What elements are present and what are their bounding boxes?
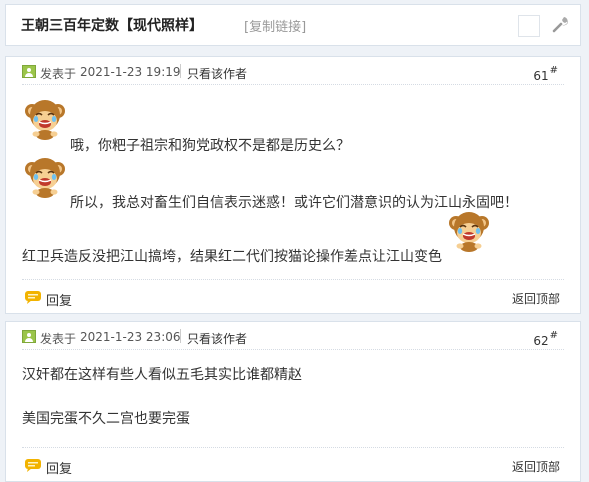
posted-label: 发表于 [40,332,77,346]
floor-number[interactable]: 62# [533,330,558,348]
post-line: 美国完蛋不久二宫也要完蛋 [22,411,190,427]
divider [22,349,564,350]
divider [180,329,181,343]
post-time: 2021-1-23 19:19 [80,65,181,79]
speech-bubble-icon[interactable] [24,290,42,304]
post-62: 发表于 2021-1-23 23:06 只看该作者 62# 汉奸都在这样有些人看… [5,321,581,482]
laughing-monkey-emoticon-icon [22,97,68,141]
divider [22,84,564,85]
posted-label: 发表于 [40,67,77,81]
back-to-top-link[interactable]: 返回顶部 [512,458,560,475]
divider [22,447,564,448]
only-author-link[interactable]: 只看该作者 [187,330,247,347]
thread-title: 王朝三百年定数【现代照样】 [21,18,203,34]
divider [180,64,181,78]
laughing-monkey-emoticon-icon [22,155,68,199]
user-icon [22,65,36,78]
floor-mark: # [549,65,558,76]
post-header: 发表于 2021-1-23 23:06 只看该作者 62# [6,322,580,350]
post-line: 红卫兵造反没把江山搞垮，结果红二代们按猫论操作差点让江山变色 [22,249,442,265]
user-icon [22,330,36,343]
post-footer: 回复 返回顶部 [6,279,580,313]
reply-button[interactable]: 回复 [46,458,72,477]
thread-page: 王朝三百年定数【现代照样】 [复制链接] 发表于 2021-1-23 19:19… [0,0,589,482]
speech-bubble-icon[interactable] [24,458,42,472]
floor-value: 61 [533,69,549,83]
header-box-button[interactable] [518,15,540,37]
thread-header: 王朝三百年定数【现代照样】 [复制链接] [5,4,581,46]
wrench-icon[interactable] [549,14,569,34]
divider [22,279,564,280]
floor-number[interactable]: 61# [533,65,558,83]
post-time: 2021-1-23 23:06 [80,330,181,344]
post-61: 发表于 2021-1-23 19:19 只看该作者 61# 哦，你粑子祖宗和狗党… [5,56,581,314]
floor-mark: # [549,330,558,341]
post-footer: 回复 返回顶部 [6,447,580,481]
back-to-top-link[interactable]: 返回顶部 [512,290,560,307]
copy-link[interactable]: [复制链接] [244,16,306,35]
only-author-link[interactable]: 只看该作者 [187,65,247,82]
post-line: 哦，你粑子祖宗和狗党政权不是都是历史么？ [70,138,350,154]
post-header: 发表于 2021-1-23 19:19 只看该作者 61# [6,57,580,85]
post-line: 汉奸都在这样有些人看似五毛其实比谁都精赵 [22,367,302,383]
laughing-monkey-emoticon-icon [446,209,492,253]
floor-value: 62 [533,334,549,348]
reply-button[interactable]: 回复 [46,290,72,309]
